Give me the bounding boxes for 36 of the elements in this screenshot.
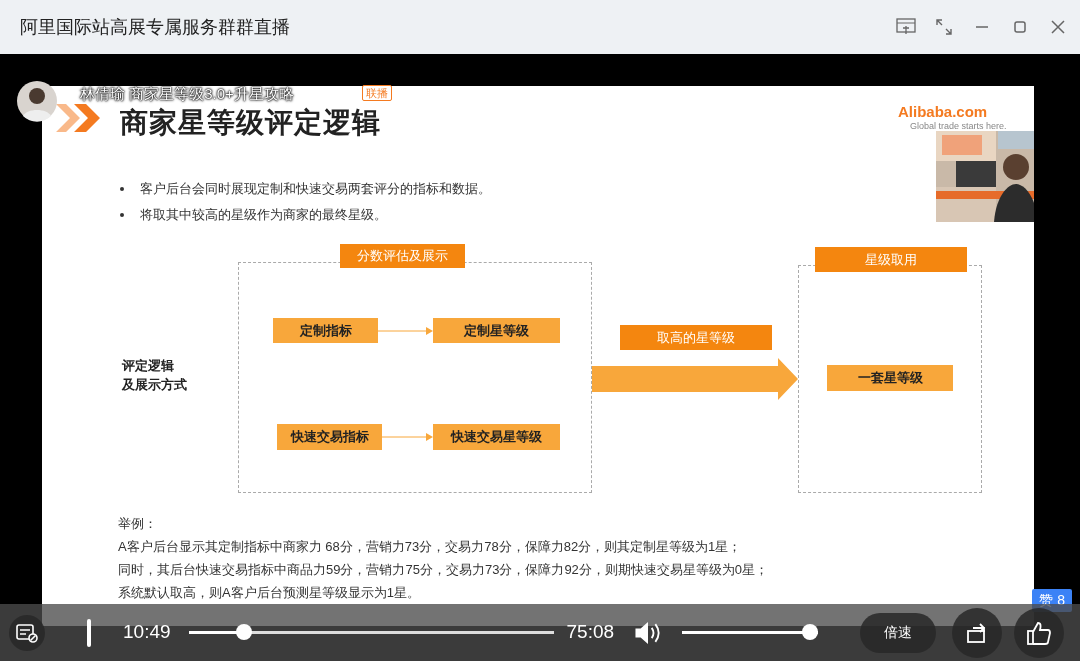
- bullet-dot: [120, 213, 124, 217]
- duration: 75:08: [566, 620, 615, 645]
- example-line: 同时，其后台快速交易指标中商品力59分，营销力75分，交易力73分，保障力92分，则期快速交易星等级为0星；: [118, 561, 769, 579]
- chevron-icon: [56, 104, 102, 132]
- rotate-icon[interactable]: [952, 607, 1003, 658]
- example-heading: 举例：: [118, 515, 158, 533]
- progress-thumb[interactable]: [236, 624, 253, 640]
- bullet-dot: [120, 187, 124, 191]
- live-badge: 联播: [362, 85, 392, 101]
- bullet-text: 将取其中较高的星级作为商家的最终星级。: [140, 206, 387, 224]
- bullet-text: 客户后台会同时展现定制和快速交易两套评分的指标和数据。: [140, 180, 491, 198]
- host-name: 林倩瑜 商家星等级3.0+升星攻略: [80, 84, 294, 104]
- logo-tagline: Global trade starts here.: [910, 120, 1007, 133]
- bridge-label: 取高的星等级: [620, 325, 772, 350]
- subtitle-icon[interactable]: [9, 614, 45, 651]
- logo: Alibaba.com: [898, 104, 988, 119]
- current-time: 10:49: [123, 620, 171, 645]
- result-node: 一套星等级: [827, 365, 953, 391]
- group-header: 星级取用: [815, 247, 967, 272]
- like-icon[interactable]: [1014, 607, 1065, 658]
- slide-title: 商家星等级评定逻辑: [120, 106, 381, 140]
- flow-node: 快速交易星等级: [433, 424, 560, 450]
- flow-node: 定制指标: [273, 318, 378, 343]
- flow-node: 定制星等级: [433, 318, 560, 343]
- example-line: A客户后台显示其定制指标中商家力 68分，营销力73分，交易力78分，保障力82分，则其定制星等级为1星；: [118, 538, 743, 556]
- example-line: 系统默认取高，则A客户后台预测星等级显示为1星。: [118, 584, 421, 602]
- flow-arrow: [378, 327, 433, 335]
- row-label: 及展示方式: [122, 376, 187, 394]
- volume-thumb[interactable]: [802, 624, 819, 640]
- speed-button[interactable]: 倍速: [860, 612, 937, 653]
- avatar: [17, 78, 57, 124]
- window-title: 阿里国际站高展专属服务群群直播: [20, 15, 290, 39]
- flow-arrow: [382, 433, 433, 441]
- flow-node: 快速交易指标: [277, 424, 382, 450]
- group-header: 分数评估及展示: [340, 244, 465, 268]
- row-label: 评定逻辑: [122, 357, 175, 375]
